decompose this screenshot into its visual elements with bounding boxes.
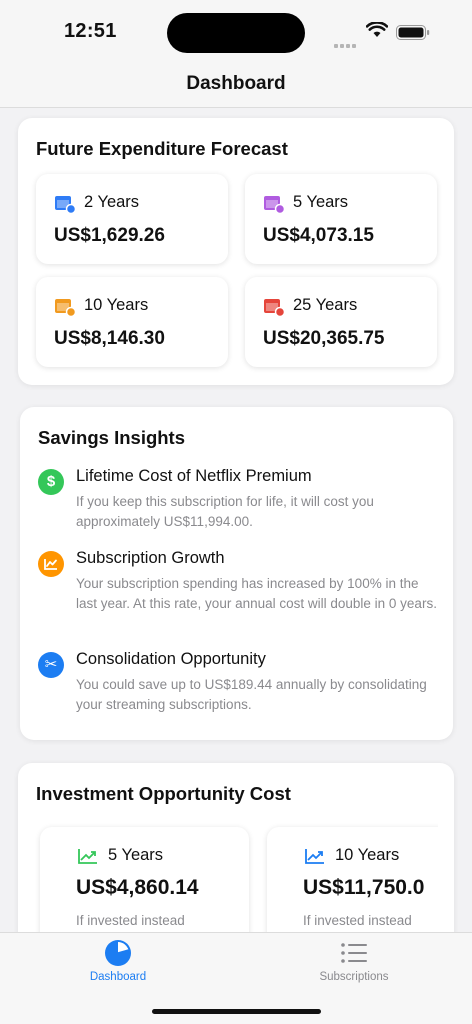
tab-label: Dashboard (89, 971, 147, 983)
home-indicator[interactable] (152, 1009, 321, 1014)
savings-insights-card: Savings Insights $ Lifetime Cost of Netf… (20, 407, 453, 740)
wifi-icon (366, 22, 388, 37)
forecast-card: Future Expenditure Forecast 2 Years US$1… (18, 118, 454, 385)
calendar-icon (264, 196, 285, 214)
forecast-tile-5-years[interactable]: 5 Years US$4,073.15 (245, 174, 437, 264)
calendar-icon (55, 196, 76, 214)
investment-note: If invested instead (303, 913, 412, 928)
insight-description: You could save up to US$189.44 annually … (76, 677, 427, 712)
investment-period-label: 10 Years (335, 846, 400, 864)
forecast-period-label: 5 Years (293, 193, 349, 211)
savings-insights-title: Savings Insights (38, 427, 186, 448)
forecast-tile-25-years[interactable]: 25 Years US$20,365.75 (245, 277, 437, 367)
investment-amount: US$4,860.14 (76, 876, 199, 899)
tab-subscriptions[interactable]: Subscriptions (289, 939, 419, 983)
dollar-icon: $ (38, 469, 64, 495)
forecast-title: Future Expenditure Forecast (36, 138, 288, 159)
insight-description: If you keep this subscription for life, … (76, 494, 374, 529)
insight-title: Lifetime Cost of Netflix Premium (76, 467, 312, 485)
page-title: Dashboard (186, 73, 286, 94)
investment-note: If invested instead (76, 913, 185, 928)
list-icon (341, 943, 367, 963)
forecast-amount: US$4,073.15 (263, 225, 374, 246)
chart-up-icon (38, 551, 64, 577)
forecast-period-label: 2 Years (84, 193, 140, 211)
insight-title: Consolidation Opportunity (76, 650, 266, 668)
battery-icon (396, 25, 430, 40)
status-time: 12:51 (64, 20, 117, 42)
dynamic-island (167, 13, 305, 53)
forecast-amount: US$20,365.75 (263, 328, 385, 349)
pie-chart-icon (105, 940, 131, 966)
forecast-tile-2-years[interactable]: 2 Years US$1,629.26 (36, 174, 228, 264)
forecast-amount: US$8,146.30 (54, 328, 165, 349)
investment-amount: US$11,750.0 (303, 876, 425, 899)
scissors-icon: ✂ (38, 652, 64, 678)
forecast-period-label: 25 Years (293, 296, 358, 314)
status-bar: 12:51 (0, 0, 472, 64)
insight-description: Your subscription spending has increased… (76, 576, 437, 611)
calendar-icon (264, 299, 285, 317)
calendar-icon (55, 299, 76, 317)
navigation-bar: Dashboard (0, 64, 472, 108)
tab-dashboard[interactable]: Dashboard (53, 939, 183, 983)
insight-title: Subscription Growth (76, 549, 225, 567)
forecast-period-label: 10 Years (84, 296, 149, 314)
investment-period-label: 5 Years (108, 846, 164, 864)
forecast-tile-10-years[interactable]: 10 Years US$8,146.30 (36, 277, 228, 367)
forecast-amount: US$1,629.26 (54, 225, 165, 246)
trend-up-icon (78, 849, 97, 864)
tab-label: Subscriptions (319, 971, 389, 983)
trend-up-icon (305, 849, 324, 864)
cellular-signal-icon (334, 35, 358, 53)
